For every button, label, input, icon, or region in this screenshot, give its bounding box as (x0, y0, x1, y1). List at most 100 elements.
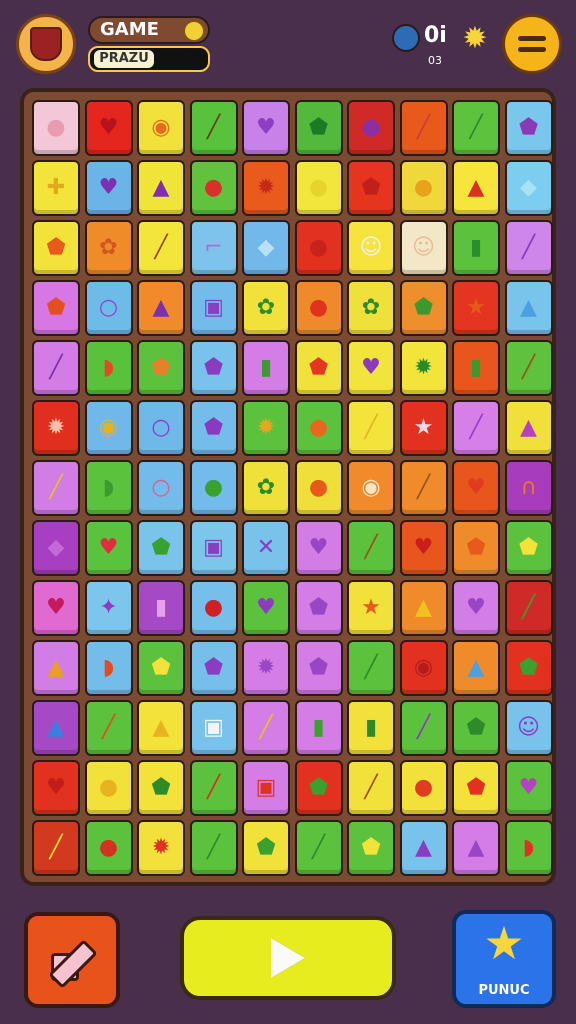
tile[interactable]: ○ (137, 460, 185, 516)
tile[interactable]: ▮ (242, 340, 290, 396)
tile[interactable]: ▣ (242, 760, 290, 816)
tile[interactable]: ● (189, 160, 238, 216)
tile[interactable]: ⬟ (242, 820, 290, 876)
tile[interactable]: ╱ (32, 460, 80, 516)
tile[interactable]: ⬟ (137, 640, 185, 696)
tile[interactable]: ▣ (189, 700, 238, 756)
tile[interactable]: ⬟ (137, 340, 185, 396)
tile[interactable]: ▮ (137, 580, 185, 636)
tile[interactable]: ╱ (294, 820, 343, 876)
tile[interactable]: ● (294, 400, 343, 456)
tile[interactable]: ◗ (504, 820, 553, 876)
tile[interactable]: ╱ (452, 100, 500, 156)
tile[interactable]: ╱ (84, 700, 133, 756)
tile[interactable]: ⬟ (399, 280, 448, 336)
tile[interactable]: ▲ (137, 280, 185, 336)
tile[interactable]: ╱ (399, 100, 448, 156)
tile[interactable]: ◉ (137, 100, 185, 156)
tile[interactable]: ○ (84, 280, 133, 336)
tile[interactable]: ▲ (137, 160, 185, 216)
tile[interactable]: ⬟ (189, 400, 238, 456)
tile[interactable]: ⬟ (294, 340, 343, 396)
tile[interactable]: ☺ (347, 220, 395, 276)
tile[interactable]: ☺ (399, 220, 448, 276)
tile[interactable]: ╱ (32, 340, 80, 396)
tile[interactable]: ⬟ (137, 760, 185, 816)
tile[interactable]: ◆ (32, 520, 80, 576)
tile[interactable]: ▣ (189, 520, 238, 576)
tile[interactable]: ✹ (242, 160, 290, 216)
tile[interactable]: ● (294, 220, 343, 276)
tile[interactable]: ○ (137, 400, 185, 456)
tile[interactable]: ● (399, 160, 448, 216)
tile[interactable]: ⬟ (504, 640, 553, 696)
tile[interactable]: ● (32, 100, 80, 156)
tile[interactable]: ▲ (399, 820, 448, 876)
tile[interactable]: ╱ (504, 340, 553, 396)
tile[interactable]: ▲ (452, 160, 500, 216)
tile[interactable]: ● (84, 820, 133, 876)
tile[interactable]: ☺ (504, 700, 553, 756)
tile[interactable]: ♥ (242, 100, 290, 156)
tile[interactable]: ╱ (399, 700, 448, 756)
tile[interactable]: ✹ (137, 820, 185, 876)
tile[interactable]: ⬟ (452, 700, 500, 756)
tile[interactable]: ● (399, 760, 448, 816)
tile[interactable]: ╱ (189, 820, 238, 876)
tile[interactable]: ● (294, 280, 343, 336)
tile[interactable]: ▲ (32, 700, 80, 756)
tile[interactable]: ⬟ (294, 580, 343, 636)
tile[interactable]: ╱ (504, 220, 553, 276)
tile[interactable]: ╱ (347, 760, 395, 816)
hammer-button[interactable] (24, 912, 120, 1008)
tile[interactable]: ★ (452, 280, 500, 336)
tile[interactable]: ◗ (84, 340, 133, 396)
tile[interactable]: ♥ (242, 580, 290, 636)
tile[interactable]: ✹ (32, 400, 80, 456)
tile[interactable]: ▲ (137, 700, 185, 756)
tile[interactable]: ╱ (347, 520, 395, 576)
menu-button[interactable] (502, 14, 562, 74)
tile[interactable]: ♥ (504, 760, 553, 816)
tile[interactable]: ◉ (399, 640, 448, 696)
tile[interactable]: ▣ (189, 280, 238, 336)
tile[interactable]: ✹ (242, 640, 290, 696)
tile[interactable]: ▲ (399, 580, 448, 636)
tile[interactable]: ╱ (32, 820, 80, 876)
tile[interactable]: ╱ (189, 760, 238, 816)
tile[interactable]: ● (347, 100, 395, 156)
tile[interactable]: ▲ (504, 280, 553, 336)
tile[interactable]: ♥ (32, 760, 80, 816)
tile[interactable]: ● (189, 580, 238, 636)
tile[interactable]: ⬟ (347, 820, 395, 876)
tile[interactable]: ◉ (84, 400, 133, 456)
tile[interactable]: ▲ (452, 820, 500, 876)
tile[interactable]: ⬟ (452, 520, 500, 576)
tile[interactable]: ✹ (242, 400, 290, 456)
tile[interactable]: ▮ (452, 340, 500, 396)
tile[interactable]: ⬟ (504, 100, 553, 156)
tile[interactable]: ╱ (399, 460, 448, 516)
tile[interactable]: ╱ (452, 400, 500, 456)
tile[interactable]: ╱ (189, 100, 238, 156)
tile[interactable]: ╱ (347, 640, 395, 696)
tile[interactable]: ♥ (84, 520, 133, 576)
tile[interactable]: ⬟ (137, 520, 185, 576)
tile[interactable]: ● (84, 760, 133, 816)
tile[interactable]: ╱ (504, 580, 553, 636)
tile[interactable]: ✹ (399, 340, 448, 396)
tile[interactable]: ✿ (84, 220, 133, 276)
tile[interactable]: ♥ (347, 340, 395, 396)
tile[interactable]: ⬟ (189, 340, 238, 396)
tile[interactable]: ▲ (504, 400, 553, 456)
tile[interactable]: ● (294, 160, 343, 216)
tile[interactable]: ⬟ (294, 100, 343, 156)
tile[interactable]: ◗ (84, 460, 133, 516)
tile[interactable]: ⬟ (452, 760, 500, 816)
tile[interactable]: ⬟ (504, 520, 553, 576)
tile[interactable]: ♥ (294, 520, 343, 576)
tile[interactable]: ╱ (137, 220, 185, 276)
star-button[interactable]: ★ PUNUC (452, 910, 556, 1008)
tile[interactable]: ⬟ (189, 640, 238, 696)
tile[interactable]: ♥ (84, 160, 133, 216)
